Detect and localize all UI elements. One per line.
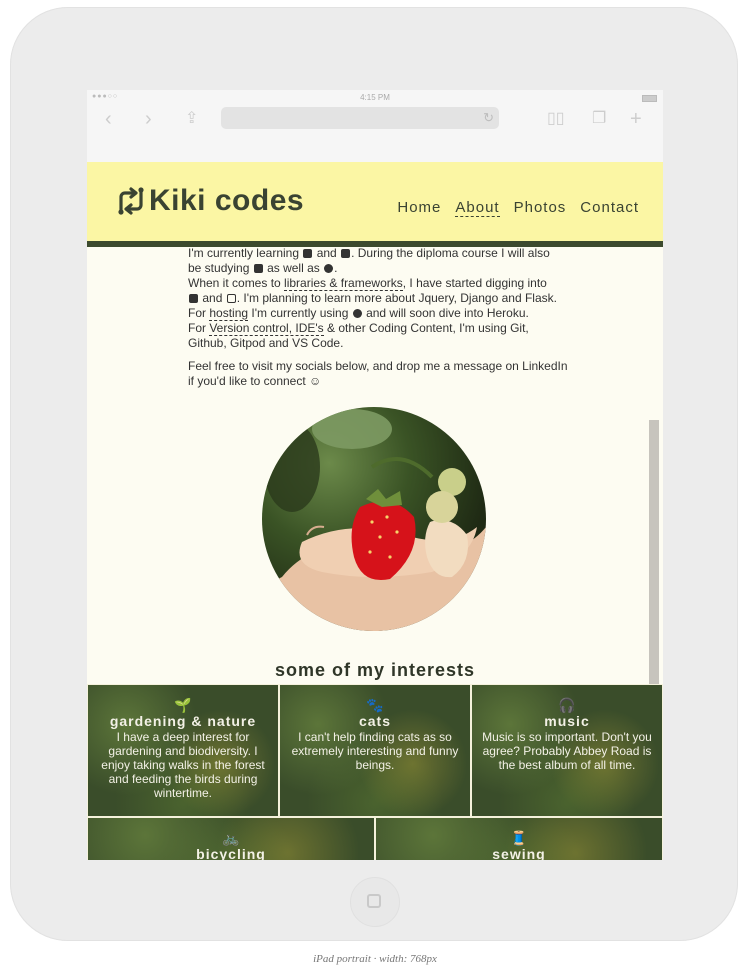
version-control-link[interactable]: Version control, IDE's [209,321,324,336]
javascript-icon [253,264,263,273]
about-socials-text: Feel free to visit my socials below, and… [188,359,568,388]
bootstrap-icon [189,294,198,303]
about-text-segment: . During the diploma course I will also [351,246,550,260]
paw-icon: 🐾 [366,697,384,713]
site-logo[interactable]: Kiki codes [115,184,304,218]
device-caption: iPad portrait · width: 768px [313,953,437,965]
battery-icon [642,95,657,102]
flag-icon [226,294,236,303]
site-title: Kiki codes [149,184,305,217]
sprout-icon: 🌱 [174,697,192,713]
css3-icon [341,249,351,258]
interest-card-cats: 🐾 cats I can't help finding cats as so e… [279,684,471,817]
bookmarks-icon[interactable]: ▯▯ [547,108,565,130]
about-text-segment: & other Coding Content, I'm using Git, [327,321,529,335]
safari-toolbar: ●●●○○ 4:15 PM ‹ › ⇪ ↻ ▯▯ ❐ + [87,90,663,163]
about-text-segment: Github, Gitpod and VS Code. [188,336,344,350]
back-icon[interactable]: ‹ [105,108,112,130]
forward-icon[interactable]: › [145,108,152,130]
main-nav: Home About Photos Contact [397,199,639,217]
about-text-segment: and [202,291,223,305]
interest-title: music [544,713,590,729]
hosting-link[interactable]: hosting [209,306,249,321]
about-text-segment: I'm currently learning [188,246,299,260]
tabs-icon[interactable]: ❐ [592,108,606,130]
python-icon [324,264,334,273]
ipad-screen: ●●●○○ 4:15 PM ‹ › ⇪ ↻ ▯▯ ❐ + I'm current… [87,90,663,860]
about-text-segment: be studying [188,261,250,275]
github-icon [352,309,362,318]
nav-contact[interactable]: Contact [580,199,639,217]
nav-photos[interactable]: Photos [514,199,567,217]
interest-card-gardening: 🌱 gardening & nature I have a deep inter… [87,684,279,817]
about-text: I'm currently learning and . During the … [188,246,568,388]
interest-card-bicycling: 🚲 bicycling [87,817,375,860]
about-text-segment: and [316,246,337,260]
new-tab-icon[interactable]: + [630,108,642,130]
interest-description: Music is so important. Don't you agree? … [482,730,652,772]
nav-about[interactable]: About [455,199,500,217]
headphones-icon: 🎧 [558,697,576,713]
interest-description: I have a deep interest for gardening and… [101,730,265,800]
reload-icon[interactable]: ↻ [483,110,494,126]
interest-title: sewing [492,846,546,860]
interest-card-sewing: 🧵 sewing [375,817,663,860]
interest-card-music: 🎧 music Music is so important. Don't you… [471,684,663,817]
home-button[interactable] [350,877,400,927]
share-icon[interactable]: ⇪ [185,108,198,130]
interests-grid: 🌱 gardening & nature I have a deep inter… [87,684,663,860]
html5-icon [303,249,313,258]
about-text-segment: and will soon dive into Heroku. [366,306,529,320]
about-text-segment: , I have started digging into [402,276,547,290]
interest-title: gardening & nature [109,713,257,729]
status-time: 4:15 PM [360,93,390,102]
libraries-frameworks-link[interactable]: libraries & frameworks [284,276,403,291]
site-header: Kiki codes Home About Photos Contact [87,162,663,247]
url-bar[interactable]: ↻ [221,107,499,129]
about-text-segment: When it comes to [188,276,281,290]
sync-arrows-icon [118,187,144,215]
bicycle-icon: 🚲 [222,830,240,846]
interest-title: cats [358,713,392,729]
strawberry-photo [262,407,486,631]
smiley-icon: ☺ [309,374,322,388]
interest-description: I can't help finding cats as so extremel… [291,730,459,772]
about-text-segment: . I'm planning to learn more about Jquer… [236,291,557,305]
status-bar: ●●●○○ 4:15 PM [87,93,663,105]
about-text-segment: For [188,306,206,320]
about-text-segment: as well as [267,261,320,275]
page-scrollbar[interactable] [649,420,659,690]
interests-heading: some of my interests [274,660,476,680]
nav-home[interactable]: Home [397,199,441,217]
interest-title: bicycling [196,846,266,860]
home-square-icon [367,894,381,908]
about-text-segment: I'm currently using [251,306,349,320]
strawberry-illustration [262,409,486,631]
sewing-icon: 🧵 [510,830,528,846]
about-text-segment: For [188,321,206,335]
